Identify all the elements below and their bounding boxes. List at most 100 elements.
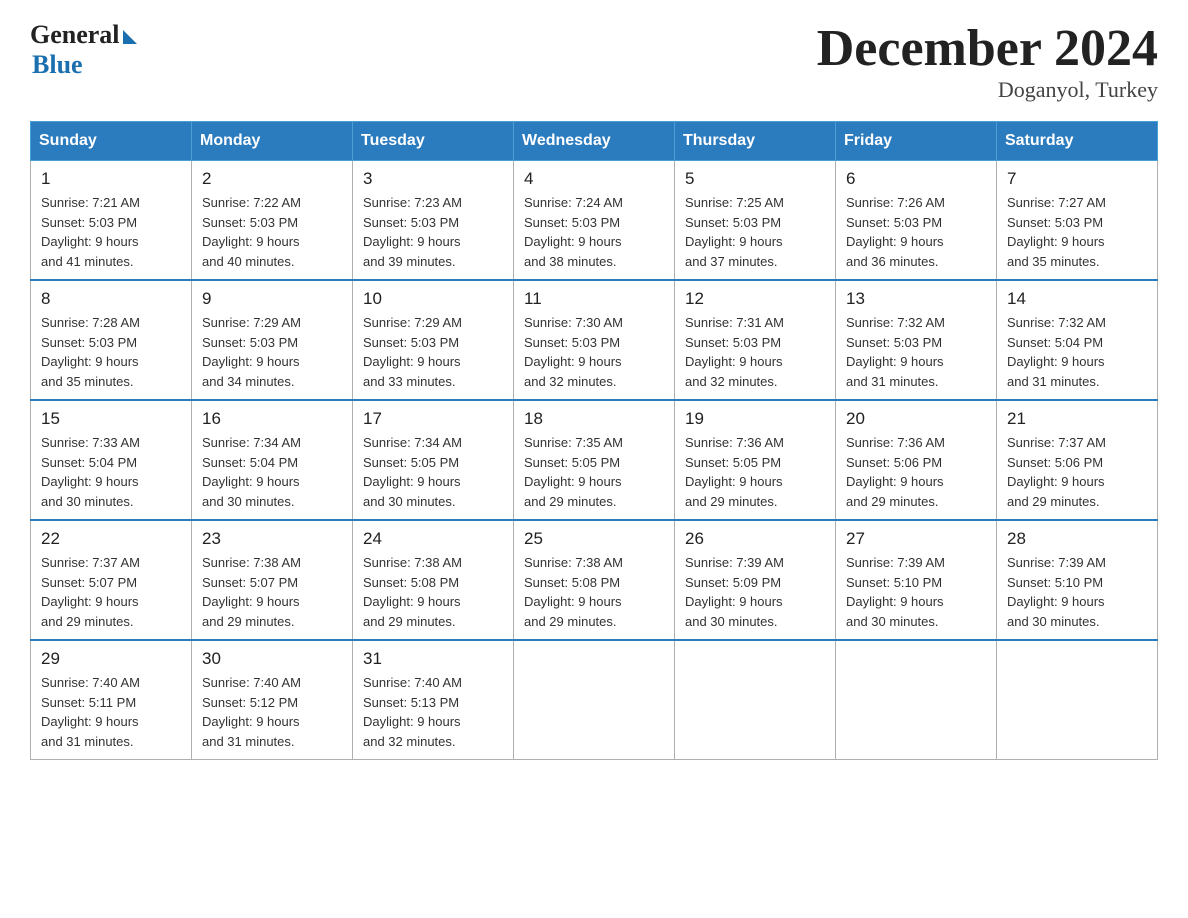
col-thursday: Thursday xyxy=(675,122,836,161)
col-wednesday: Wednesday xyxy=(514,122,675,161)
day-number: 4 xyxy=(524,169,664,189)
day-info: Sunrise: 7:29 AM Sunset: 5:03 PM Dayligh… xyxy=(363,313,503,391)
day-info: Sunrise: 7:39 AM Sunset: 5:10 PM Dayligh… xyxy=(846,553,986,631)
table-row: 27 Sunrise: 7:39 AM Sunset: 5:10 PM Dayl… xyxy=(836,520,997,640)
day-info: Sunrise: 7:33 AM Sunset: 5:04 PM Dayligh… xyxy=(41,433,181,511)
day-number: 2 xyxy=(202,169,342,189)
day-number: 24 xyxy=(363,529,503,549)
table-row: 2 Sunrise: 7:22 AM Sunset: 5:03 PM Dayli… xyxy=(192,161,353,281)
page-header: General Blue December 2024 Doganyol, Tur… xyxy=(30,20,1158,103)
day-number: 23 xyxy=(202,529,342,549)
day-info: Sunrise: 7:27 AM Sunset: 5:03 PM Dayligh… xyxy=(1007,193,1147,271)
col-friday: Friday xyxy=(836,122,997,161)
day-info: Sunrise: 7:31 AM Sunset: 5:03 PM Dayligh… xyxy=(685,313,825,391)
table-row xyxy=(675,640,836,760)
day-info: Sunrise: 7:39 AM Sunset: 5:10 PM Dayligh… xyxy=(1007,553,1147,631)
day-info: Sunrise: 7:37 AM Sunset: 5:06 PM Dayligh… xyxy=(1007,433,1147,511)
table-row: 9 Sunrise: 7:29 AM Sunset: 5:03 PM Dayli… xyxy=(192,280,353,400)
day-number: 19 xyxy=(685,409,825,429)
day-number: 29 xyxy=(41,649,181,669)
day-number: 21 xyxy=(1007,409,1147,429)
day-info: Sunrise: 7:32 AM Sunset: 5:03 PM Dayligh… xyxy=(846,313,986,391)
table-row xyxy=(514,640,675,760)
table-row: 21 Sunrise: 7:37 AM Sunset: 5:06 PM Dayl… xyxy=(997,400,1158,520)
col-saturday: Saturday xyxy=(997,122,1158,161)
day-number: 1 xyxy=(41,169,181,189)
table-row: 15 Sunrise: 7:33 AM Sunset: 5:04 PM Dayl… xyxy=(31,400,192,520)
logo-triangle-icon xyxy=(123,30,137,44)
day-info: Sunrise: 7:40 AM Sunset: 5:12 PM Dayligh… xyxy=(202,673,342,751)
day-number: 14 xyxy=(1007,289,1147,309)
table-row: 18 Sunrise: 7:35 AM Sunset: 5:05 PM Dayl… xyxy=(514,400,675,520)
title-area: December 2024 Doganyol, Turkey xyxy=(817,20,1158,103)
table-row: 24 Sunrise: 7:38 AM Sunset: 5:08 PM Dayl… xyxy=(353,520,514,640)
table-row: 17 Sunrise: 7:34 AM Sunset: 5:05 PM Dayl… xyxy=(353,400,514,520)
table-row: 13 Sunrise: 7:32 AM Sunset: 5:03 PM Dayl… xyxy=(836,280,997,400)
col-tuesday: Tuesday xyxy=(353,122,514,161)
day-number: 22 xyxy=(41,529,181,549)
day-number: 18 xyxy=(524,409,664,429)
table-row: 7 Sunrise: 7:27 AM Sunset: 5:03 PM Dayli… xyxy=(997,161,1158,281)
day-number: 9 xyxy=(202,289,342,309)
calendar-week-5: 29 Sunrise: 7:40 AM Sunset: 5:11 PM Dayl… xyxy=(31,640,1158,760)
day-number: 11 xyxy=(524,289,664,309)
calendar-week-1: 1 Sunrise: 7:21 AM Sunset: 5:03 PM Dayli… xyxy=(31,161,1158,281)
day-info: Sunrise: 7:22 AM Sunset: 5:03 PM Dayligh… xyxy=(202,193,342,271)
table-row: 26 Sunrise: 7:39 AM Sunset: 5:09 PM Dayl… xyxy=(675,520,836,640)
day-info: Sunrise: 7:34 AM Sunset: 5:05 PM Dayligh… xyxy=(363,433,503,511)
table-row: 4 Sunrise: 7:24 AM Sunset: 5:03 PM Dayli… xyxy=(514,161,675,281)
day-info: Sunrise: 7:36 AM Sunset: 5:06 PM Dayligh… xyxy=(846,433,986,511)
table-row: 19 Sunrise: 7:36 AM Sunset: 5:05 PM Dayl… xyxy=(675,400,836,520)
table-row: 1 Sunrise: 7:21 AM Sunset: 5:03 PM Dayli… xyxy=(31,161,192,281)
day-number: 8 xyxy=(41,289,181,309)
day-info: Sunrise: 7:38 AM Sunset: 5:08 PM Dayligh… xyxy=(524,553,664,631)
table-row: 23 Sunrise: 7:38 AM Sunset: 5:07 PM Dayl… xyxy=(192,520,353,640)
calendar-header-row: Sunday Monday Tuesday Wednesday Thursday… xyxy=(31,122,1158,161)
col-monday: Monday xyxy=(192,122,353,161)
day-number: 16 xyxy=(202,409,342,429)
table-row: 30 Sunrise: 7:40 AM Sunset: 5:12 PM Dayl… xyxy=(192,640,353,760)
day-info: Sunrise: 7:35 AM Sunset: 5:05 PM Dayligh… xyxy=(524,433,664,511)
day-info: Sunrise: 7:40 AM Sunset: 5:11 PM Dayligh… xyxy=(41,673,181,751)
table-row: 28 Sunrise: 7:39 AM Sunset: 5:10 PM Dayl… xyxy=(997,520,1158,640)
table-row: 3 Sunrise: 7:23 AM Sunset: 5:03 PM Dayli… xyxy=(353,161,514,281)
table-row: 29 Sunrise: 7:40 AM Sunset: 5:11 PM Dayl… xyxy=(31,640,192,760)
table-row: 22 Sunrise: 7:37 AM Sunset: 5:07 PM Dayl… xyxy=(31,520,192,640)
day-info: Sunrise: 7:23 AM Sunset: 5:03 PM Dayligh… xyxy=(363,193,503,271)
day-number: 7 xyxy=(1007,169,1147,189)
month-title: December 2024 xyxy=(817,20,1158,77)
day-info: Sunrise: 7:29 AM Sunset: 5:03 PM Dayligh… xyxy=(202,313,342,391)
logo-blue-text: Blue xyxy=(32,50,83,80)
table-row xyxy=(836,640,997,760)
day-number: 25 xyxy=(524,529,664,549)
table-row: 16 Sunrise: 7:34 AM Sunset: 5:04 PM Dayl… xyxy=(192,400,353,520)
day-info: Sunrise: 7:40 AM Sunset: 5:13 PM Dayligh… xyxy=(363,673,503,751)
table-row: 20 Sunrise: 7:36 AM Sunset: 5:06 PM Dayl… xyxy=(836,400,997,520)
day-info: Sunrise: 7:32 AM Sunset: 5:04 PM Dayligh… xyxy=(1007,313,1147,391)
day-number: 6 xyxy=(846,169,986,189)
day-info: Sunrise: 7:34 AM Sunset: 5:04 PM Dayligh… xyxy=(202,433,342,511)
day-info: Sunrise: 7:28 AM Sunset: 5:03 PM Dayligh… xyxy=(41,313,181,391)
day-info: Sunrise: 7:30 AM Sunset: 5:03 PM Dayligh… xyxy=(524,313,664,391)
table-row: 6 Sunrise: 7:26 AM Sunset: 5:03 PM Dayli… xyxy=(836,161,997,281)
table-row: 11 Sunrise: 7:30 AM Sunset: 5:03 PM Dayl… xyxy=(514,280,675,400)
table-row: 10 Sunrise: 7:29 AM Sunset: 5:03 PM Dayl… xyxy=(353,280,514,400)
location: Doganyol, Turkey xyxy=(817,77,1158,103)
day-number: 15 xyxy=(41,409,181,429)
calendar-week-4: 22 Sunrise: 7:37 AM Sunset: 5:07 PM Dayl… xyxy=(31,520,1158,640)
calendar-table: Sunday Monday Tuesday Wednesday Thursday… xyxy=(30,121,1158,760)
day-info: Sunrise: 7:26 AM Sunset: 5:03 PM Dayligh… xyxy=(846,193,986,271)
day-info: Sunrise: 7:25 AM Sunset: 5:03 PM Dayligh… xyxy=(685,193,825,271)
calendar-week-2: 8 Sunrise: 7:28 AM Sunset: 5:03 PM Dayli… xyxy=(31,280,1158,400)
day-number: 3 xyxy=(363,169,503,189)
table-row: 12 Sunrise: 7:31 AM Sunset: 5:03 PM Dayl… xyxy=(675,280,836,400)
day-number: 26 xyxy=(685,529,825,549)
day-info: Sunrise: 7:21 AM Sunset: 5:03 PM Dayligh… xyxy=(41,193,181,271)
day-info: Sunrise: 7:37 AM Sunset: 5:07 PM Dayligh… xyxy=(41,553,181,631)
table-row: 31 Sunrise: 7:40 AM Sunset: 5:13 PM Dayl… xyxy=(353,640,514,760)
table-row: 14 Sunrise: 7:32 AM Sunset: 5:04 PM Dayl… xyxy=(997,280,1158,400)
day-number: 20 xyxy=(846,409,986,429)
table-row: 8 Sunrise: 7:28 AM Sunset: 5:03 PM Dayli… xyxy=(31,280,192,400)
col-sunday: Sunday xyxy=(31,122,192,161)
day-number: 10 xyxy=(363,289,503,309)
